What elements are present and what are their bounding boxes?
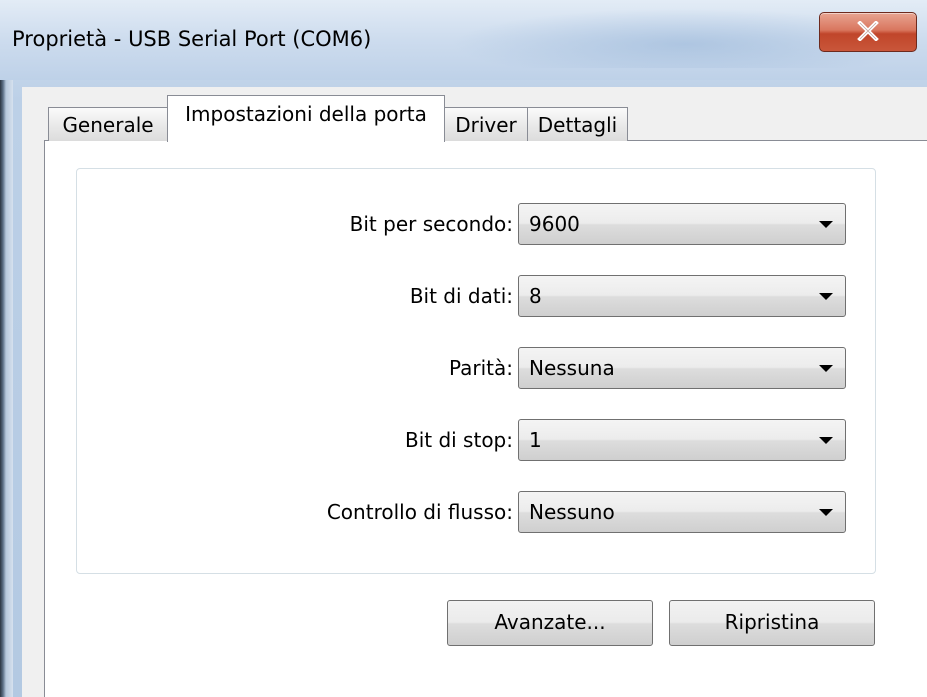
restore-defaults-button[interactable]: Ripristina [669,600,875,646]
advanced-button-label: Avanzate... [494,610,606,634]
tab-port-settings-label: Impostazioni della porta [185,102,427,126]
tab-general-label: Generale [62,113,154,137]
parity-select[interactable]: Nessuna [518,347,846,389]
data-bits-value: 8 [529,284,542,308]
chevron-down-icon [819,437,833,444]
stop-bits-label: Bit di stop: [404,428,513,452]
chevron-down-icon [819,221,833,228]
tab-driver-label: Driver [455,113,517,137]
chevron-down-icon [819,365,833,372]
tab-general[interactable]: Generale [48,107,168,141]
tab-details-label: Dettagli [537,113,618,137]
tab-port-settings[interactable]: Impostazioni della porta [167,95,445,142]
tab-driver[interactable]: Driver [444,107,528,141]
advanced-button[interactable]: Avanzate... [447,600,653,646]
window-edge [0,0,13,697]
flow-control-label: Controllo di flusso: [326,500,513,524]
properties-window: Proprietà - USB Serial Port (COM6) Gener… [0,0,927,697]
restore-defaults-button-label: Ripristina [724,610,820,634]
stop-bits-value: 1 [529,428,542,452]
chevron-down-icon [819,293,833,300]
data-bits-label: Bit di dati: [409,284,513,308]
bits-per-second-select[interactable]: 9600 [518,203,846,245]
title-bar[interactable]: Proprietà - USB Serial Port (COM6) [0,0,927,80]
parity-value: Nessuna [529,356,615,380]
chevron-down-icon [819,509,833,516]
tab-details[interactable]: Dettagli [527,107,628,141]
stop-bits-select[interactable]: 1 [518,419,846,461]
close-icon [857,21,879,41]
bits-per-second-label: Bit per secondo: [349,212,513,236]
close-button[interactable] [819,12,917,52]
flow-control-select[interactable]: Nessuno [518,491,846,533]
flow-control-value: Nessuno [529,500,615,524]
parity-label: Parità: [448,356,513,380]
data-bits-select[interactable]: 8 [518,275,846,317]
window-title: Proprietà - USB Serial Port (COM6) [12,27,372,51]
bits-per-second-value: 9600 [529,212,580,236]
